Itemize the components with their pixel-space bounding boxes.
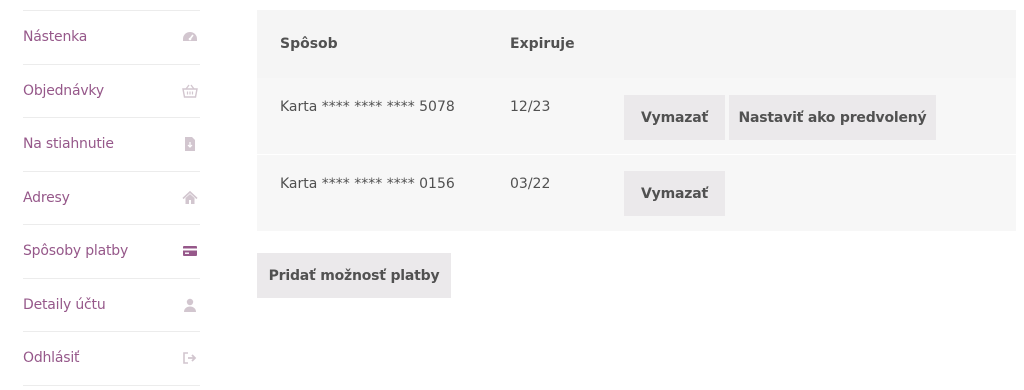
sidebar-item-logout[interactable]: Odhlásiť [23,332,200,386]
sidebar-item-label: Na stiahnutie [23,136,114,153]
home-icon [181,189,199,207]
sidebar-item-orders[interactable]: Objednávky [23,65,200,118]
sidebar-item-label: Detaily účtu [23,296,106,313]
set-default-button[interactable]: Nastaviť ako predvolený [729,95,936,140]
table-row: Karta **** **** **** 0156 03/22 Vymazať [257,154,1016,231]
account-navigation: Nástenka Objednávky Na stiahnutie Adresy… [23,10,200,386]
sidebar-item-label: Nástenka [23,29,88,46]
dashboard-icon [181,28,199,46]
column-header-expires: Expiruje [510,36,575,52]
sidebar-item-payment-methods[interactable]: Spôsoby platby [23,225,200,279]
sidebar-item-label: Objednávky [23,82,104,99]
sidebar-item-label: Adresy [23,189,70,206]
user-icon [181,296,199,314]
sidebar-item-label: Odhlásiť [23,350,80,367]
sidebar-item-account-details[interactable]: Detaily účtu [23,279,200,332]
card-expiry: 12/23 [510,99,551,115]
table-row: Karta **** **** **** 5078 12/23 Vymazať … [257,78,1016,154]
add-payment-method-button[interactable]: Pridať možnosť platby [257,253,451,298]
column-header-method: Spôsob [280,36,338,52]
sidebar-item-addresses[interactable]: Adresy [23,172,200,225]
card-method: Karta **** **** **** 0156 [280,176,455,192]
credit-card-icon [181,242,199,260]
card-method: Karta **** **** **** 5078 [280,99,455,115]
sidebar-item-downloads[interactable]: Na stiahnutie [23,118,200,172]
file-download-icon [181,135,199,153]
delete-button[interactable]: Vymazať [624,95,725,140]
delete-button[interactable]: Vymazať [624,171,725,216]
sign-out-icon [181,349,199,367]
sidebar-item-label: Spôsoby platby [23,243,129,260]
sidebar-item-dashboard[interactable]: Nástenka [23,11,200,65]
basket-icon [181,82,199,100]
table-header: Spôsob Expiruje [257,10,1016,78]
payment-methods-table: Spôsob Expiruje Karta **** **** **** 507… [257,10,1016,231]
card-expiry: 03/22 [510,176,551,192]
